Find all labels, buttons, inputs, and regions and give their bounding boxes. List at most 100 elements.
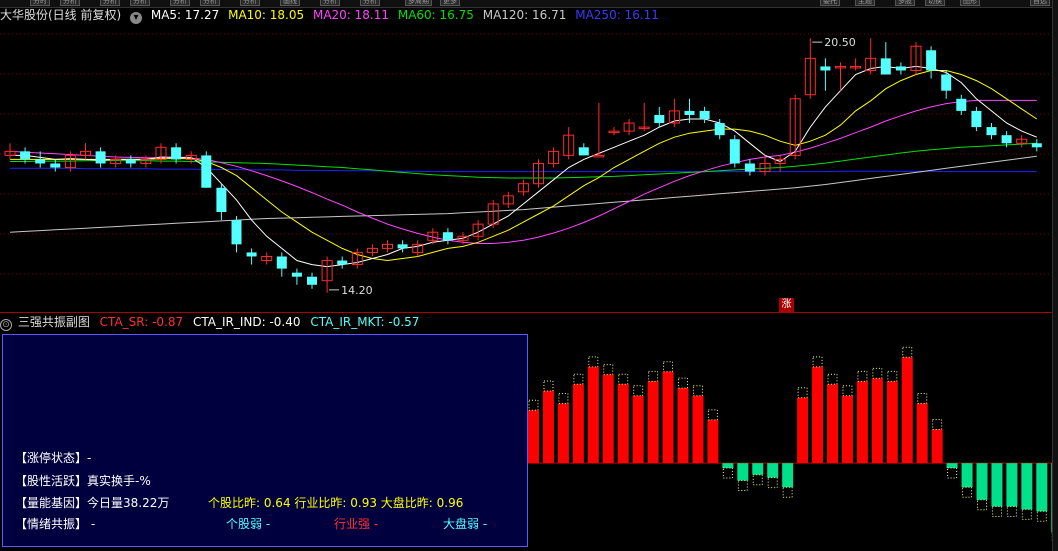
sub-bar-cap [767,477,778,489]
candle-body-down [1031,143,1042,148]
ma60-line [10,142,1037,179]
sub-bar-cap [678,377,688,389]
sub-bar-up [602,374,614,464]
sub-bar-cap [797,387,808,399]
sub-bar-cap [603,364,614,376]
candle-body-down [699,110,710,119]
candle-body-down [337,260,348,265]
sub-bar-up [841,395,853,464]
sub-bar-cap [932,418,943,430]
stock-weak-text: 个股弱 - [226,517,271,531]
sub-bar-down [961,463,973,488]
candle-body-down [276,256,287,269]
sub-bar-up [797,397,809,464]
candle-body-down [50,163,61,168]
sub-bar-down [782,463,794,488]
sub-bar-down [1036,463,1048,512]
sub-bar-cap [752,474,763,486]
sub-bar-up [647,381,659,464]
sub-bar-cap [558,392,569,404]
ma250-line [10,167,1037,173]
sub-bar-up [677,388,689,464]
volume-text: 【量能基因】今日量38.22万 [15,496,170,510]
candle-body-down [397,244,408,249]
candle-body-down [442,232,453,241]
indicator-settings-icon[interactable]: ⊙ [0,319,12,331]
sub-bar-up [827,384,838,464]
sub-bar-cap [857,370,868,382]
sub-bar-cap [962,486,973,498]
ma5-label: MA5: 17.27 [150,8,220,22]
low-price-label: 14.20 [341,284,373,297]
sub-bar-cap [977,499,987,511]
candle-body-down [171,147,182,160]
ma10-label: MA10: 18.05 [228,8,305,22]
candle-body-down [880,58,891,75]
sub-bar-down [1021,463,1033,510]
sub-bar-cap [812,356,823,368]
candle-body-down [714,123,725,136]
candle-body-down [956,98,967,111]
sub-bar-up [707,419,719,464]
sub-bar-up [901,357,913,464]
sub-bar-up [886,381,898,464]
sub-bar-cap [782,486,793,498]
sub-bar-up [662,371,674,464]
sub-bar-down [737,463,749,481]
sub-bar-cap [573,373,584,385]
candle-body-down [578,147,589,156]
sub-bar-cap [887,370,898,382]
sub-bar-cap [1021,508,1032,520]
candle-body-down [820,66,831,71]
candle-body-down [216,187,227,212]
candle-body-down [744,163,755,172]
candle-body-down [895,66,906,71]
sub-chart-title: 三强共振副图 [17,315,90,329]
sub-bar-up [528,410,539,464]
stock-chart-window: 分时 分析 分析 分析 分析 分析 分析 画线 分析 分析 多周期 更多 委托 主题 多股 切换 图形 自选 20… [0,0,1058,551]
sub-bar-cap [722,467,733,479]
sub-bar-cap [588,356,599,368]
sub-bar-up [916,403,928,464]
main-legend: 大华股份(日线 前复权) ▾ MA5: 17.27 MA10: 18.05 MA… [0,6,664,24]
limit-up-badge: 涨 [779,298,794,312]
ratio-text: 个股比昨: 0.64 行业比昨: 0.93 大盘比昨: 0.96 [208,496,464,510]
sub-bar-cap [902,346,913,358]
sub-legend: ⊙ 三强共振副图 CTA_SR: -0.87 CTA_IR_IND: -0.40… [0,314,425,331]
sub-bar-cap [692,385,703,397]
cta-ir-ind-label: CTA_IR_IND: -0.40 [192,315,301,329]
candle-body-down [729,139,740,164]
sub-bar-down [1006,463,1018,507]
sub-bar-up [557,403,569,464]
candle-body-down [95,151,106,164]
sub-bar-up [692,395,704,464]
sub-bar-cap [842,385,853,397]
sub-bar-cap [648,370,659,382]
sub-bar-cap [618,373,629,385]
sub-bar-down [991,463,1003,507]
settings-icon[interactable]: ▾ [130,12,143,24]
ma60-label: MA60: 16.75 [397,8,474,22]
sub-bar-cap [663,361,674,373]
pane-divider [0,312,1058,313]
activity-text: 【股性活跃】真实换手-% [15,474,151,488]
sub-bar-up [587,366,599,464]
right-scrollbar[interactable] [1052,0,1058,551]
candle-body-down [654,114,665,124]
sub-bar-cap [707,409,718,421]
sub-bar-cap [827,373,838,385]
sub-bar-down [722,463,734,468]
candle-body-down [201,155,212,188]
candle-body-down [971,110,982,128]
candle-body-down [307,276,317,285]
sub-bar-up [617,384,629,464]
sub-bar-cap [1036,510,1047,522]
candle-body-down [684,110,695,115]
sub-bar-cap [633,385,644,397]
cta-ir-mkt-label: CTA_IR_MKT: -0.57 [310,315,420,329]
sub-bar-down [946,463,958,468]
candle-body-up [593,154,605,158]
sub-bar-up [542,390,554,464]
sub-bar-down [976,463,988,500]
sub-bar-cap [872,367,883,379]
